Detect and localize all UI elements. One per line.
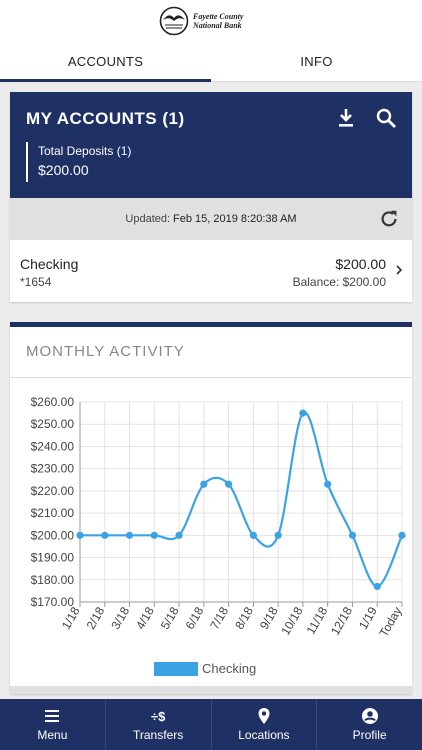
bank-name-line2: National Bank <box>193 21 242 30</box>
nav-menu-label: Menu <box>37 728 68 742</box>
x-tick-label: 2/18 <box>84 604 108 632</box>
updated-timestamp: Feb 15, 2019 8:20:38 AM <box>173 213 297 225</box>
transfers-icon: ÷$ <box>150 708 166 724</box>
activity-divider <box>10 377 412 378</box>
download-icon[interactable] <box>334 106 358 130</box>
updated-label: Updated: <box>125 213 171 225</box>
y-tick-label: $240.00 <box>31 439 75 453</box>
legend-label-checking: Checking <box>202 661 257 676</box>
account-amount: $200.00 <box>335 256 386 272</box>
account-name: Checking <box>20 256 79 272</box>
nav-profile-label: Profile <box>352 728 387 742</box>
tab-accounts[interactable]: ACCOUNTS <box>0 42 211 82</box>
data-point <box>150 531 158 539</box>
data-point <box>76 531 84 539</box>
data-point <box>101 531 109 539</box>
x-tick-label: 10/18 <box>278 604 305 637</box>
updated-bar: Updated: Feb 15, 2019 8:20:38 AM <box>10 198 412 240</box>
y-tick-label: $200.00 <box>31 528 75 542</box>
data-point <box>200 480 208 488</box>
x-tick-label: Today <box>376 605 404 640</box>
accounts-card-header: MY ACCOUNTS (1) Total Deposits (1) $200.… <box>10 92 412 198</box>
account-balance: Balance: $200.00 <box>292 275 386 289</box>
bottom-nav: Menu ÷$ Transfers Locations Profile <box>0 699 422 750</box>
data-point <box>249 531 257 539</box>
app-header: Fayette County National Bank <box>0 0 422 42</box>
x-tick-label: 8/18 <box>232 604 256 632</box>
tab-info[interactable]: INFO <box>211 42 422 81</box>
card-footer <box>10 686 412 694</box>
x-tick-label: 3/18 <box>108 604 132 632</box>
data-point <box>373 582 381 591</box>
y-tick-label: $260.00 <box>31 395 75 409</box>
accounts-card: MY ACCOUNTS (1) Total Deposits (1) $200.… <box>10 92 412 302</box>
data-point <box>274 531 282 539</box>
bank-logo-icon <box>159 6 189 36</box>
nav-profile[interactable]: Profile <box>317 699 422 750</box>
monthly-activity-card: MONTHLY ACTIVITY $170.00 $180.00 $190.00 $2… <box>10 322 412 694</box>
search-icon[interactable] <box>374 106 398 130</box>
y-tick-label: $250.00 <box>31 417 75 431</box>
accounts-title: MY ACCOUNTS (1) <box>26 109 185 128</box>
activity-title: MONTHLY ACTIVITY <box>26 343 185 360</box>
chart-legend: Checking <box>154 661 256 676</box>
bank-name-line1: Fayette County <box>193 12 244 21</box>
series-line-checking <box>79 411 404 588</box>
x-tick-label: 5/18 <box>158 604 182 632</box>
total-deposits: Total Deposits (1) $200.00 <box>26 142 131 182</box>
total-deposits-label: Total Deposits (1) <box>38 144 132 158</box>
nav-locations[interactable]: Locations <box>212 699 318 750</box>
total-deposits-amount: $200.00 <box>38 162 89 178</box>
x-tick-label: 4/18 <box>133 604 157 632</box>
data-point <box>398 531 406 539</box>
data-point <box>324 480 332 488</box>
data-point <box>225 480 233 488</box>
nav-menu[interactable]: Menu <box>0 699 106 750</box>
x-tick-label: 12/18 <box>328 604 355 637</box>
monthly-activity-chart: $170.00 $180.00 $190.00 $200.00 $210.00 $220.… <box>31 395 406 640</box>
x-tick-label: 7/18 <box>207 604 231 632</box>
y-tick-label: $230.00 <box>31 462 75 476</box>
nav-transfers-label: Transfers <box>133 728 184 742</box>
data-point <box>125 531 134 539</box>
location-pin-icon <box>258 708 270 724</box>
account-row-checking[interactable]: Checking *1654 $200.00 Balance: $200.00 <box>10 240 412 302</box>
nav-locations-label: Locations <box>238 728 290 742</box>
refresh-icon[interactable] <box>378 208 400 230</box>
bank-name: Fayette County National Bank <box>193 12 263 30</box>
nav-transfers[interactable]: ÷$ Transfers <box>106 699 212 750</box>
y-tick-label: $180.00 <box>31 573 75 587</box>
x-tick-label: 6/18 <box>183 604 207 632</box>
y-tick-label: $220.00 <box>31 484 75 498</box>
bank-logo: Fayette County National Bank <box>159 6 263 36</box>
menu-icon <box>45 710 60 722</box>
x-tick-label: 9/18 <box>257 604 281 632</box>
profile-icon <box>361 708 378 724</box>
data-point <box>175 531 183 539</box>
account-number: *1654 <box>20 275 52 289</box>
data-point <box>299 409 307 417</box>
tab-bar: ACCOUNTS INFO <box>0 42 422 82</box>
y-tick-label: $210.00 <box>31 506 75 520</box>
y-tick-label: $170.00 <box>31 595 75 609</box>
chevron-right-icon <box>396 265 403 275</box>
data-point <box>348 531 357 539</box>
x-tick-label: 11/18 <box>304 604 331 637</box>
y-tick-label: $190.00 <box>31 551 75 565</box>
legend-swatch-checking <box>154 661 198 676</box>
x-tick-label: 1/19 <box>356 604 380 632</box>
